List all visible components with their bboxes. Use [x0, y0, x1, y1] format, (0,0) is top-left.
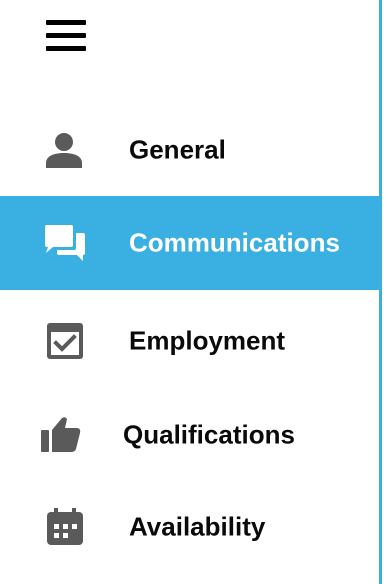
calendar-check-icon	[47, 323, 83, 359]
person-icon	[46, 133, 82, 168]
hamburger-menu-icon[interactable]	[46, 20, 86, 52]
thumbs-up-icon	[41, 417, 81, 452]
sidebar-item-label: General	[129, 134, 226, 165]
sidebar-item-label: Qualifications	[123, 419, 295, 450]
sidebar-item-communications[interactable]: Communications	[0, 196, 379, 290]
sidebar-item-employment[interactable]: Employment	[0, 294, 379, 388]
sidebar-item-availability[interactable]: Availability	[0, 480, 379, 574]
sidebar-item-qualifications[interactable]: Qualifications	[0, 388, 379, 482]
sidebar: General Communications Employment Qualif…	[0, 0, 382, 584]
chat-bubbles-icon	[45, 225, 85, 261]
sidebar-item-general[interactable]: General	[0, 103, 379, 197]
sidebar-item-label: Availability	[129, 511, 266, 542]
sidebar-item-label: Employment	[129, 325, 286, 356]
sidebar-item-label: Communications	[129, 227, 340, 258]
calendar-icon	[47, 508, 83, 545]
